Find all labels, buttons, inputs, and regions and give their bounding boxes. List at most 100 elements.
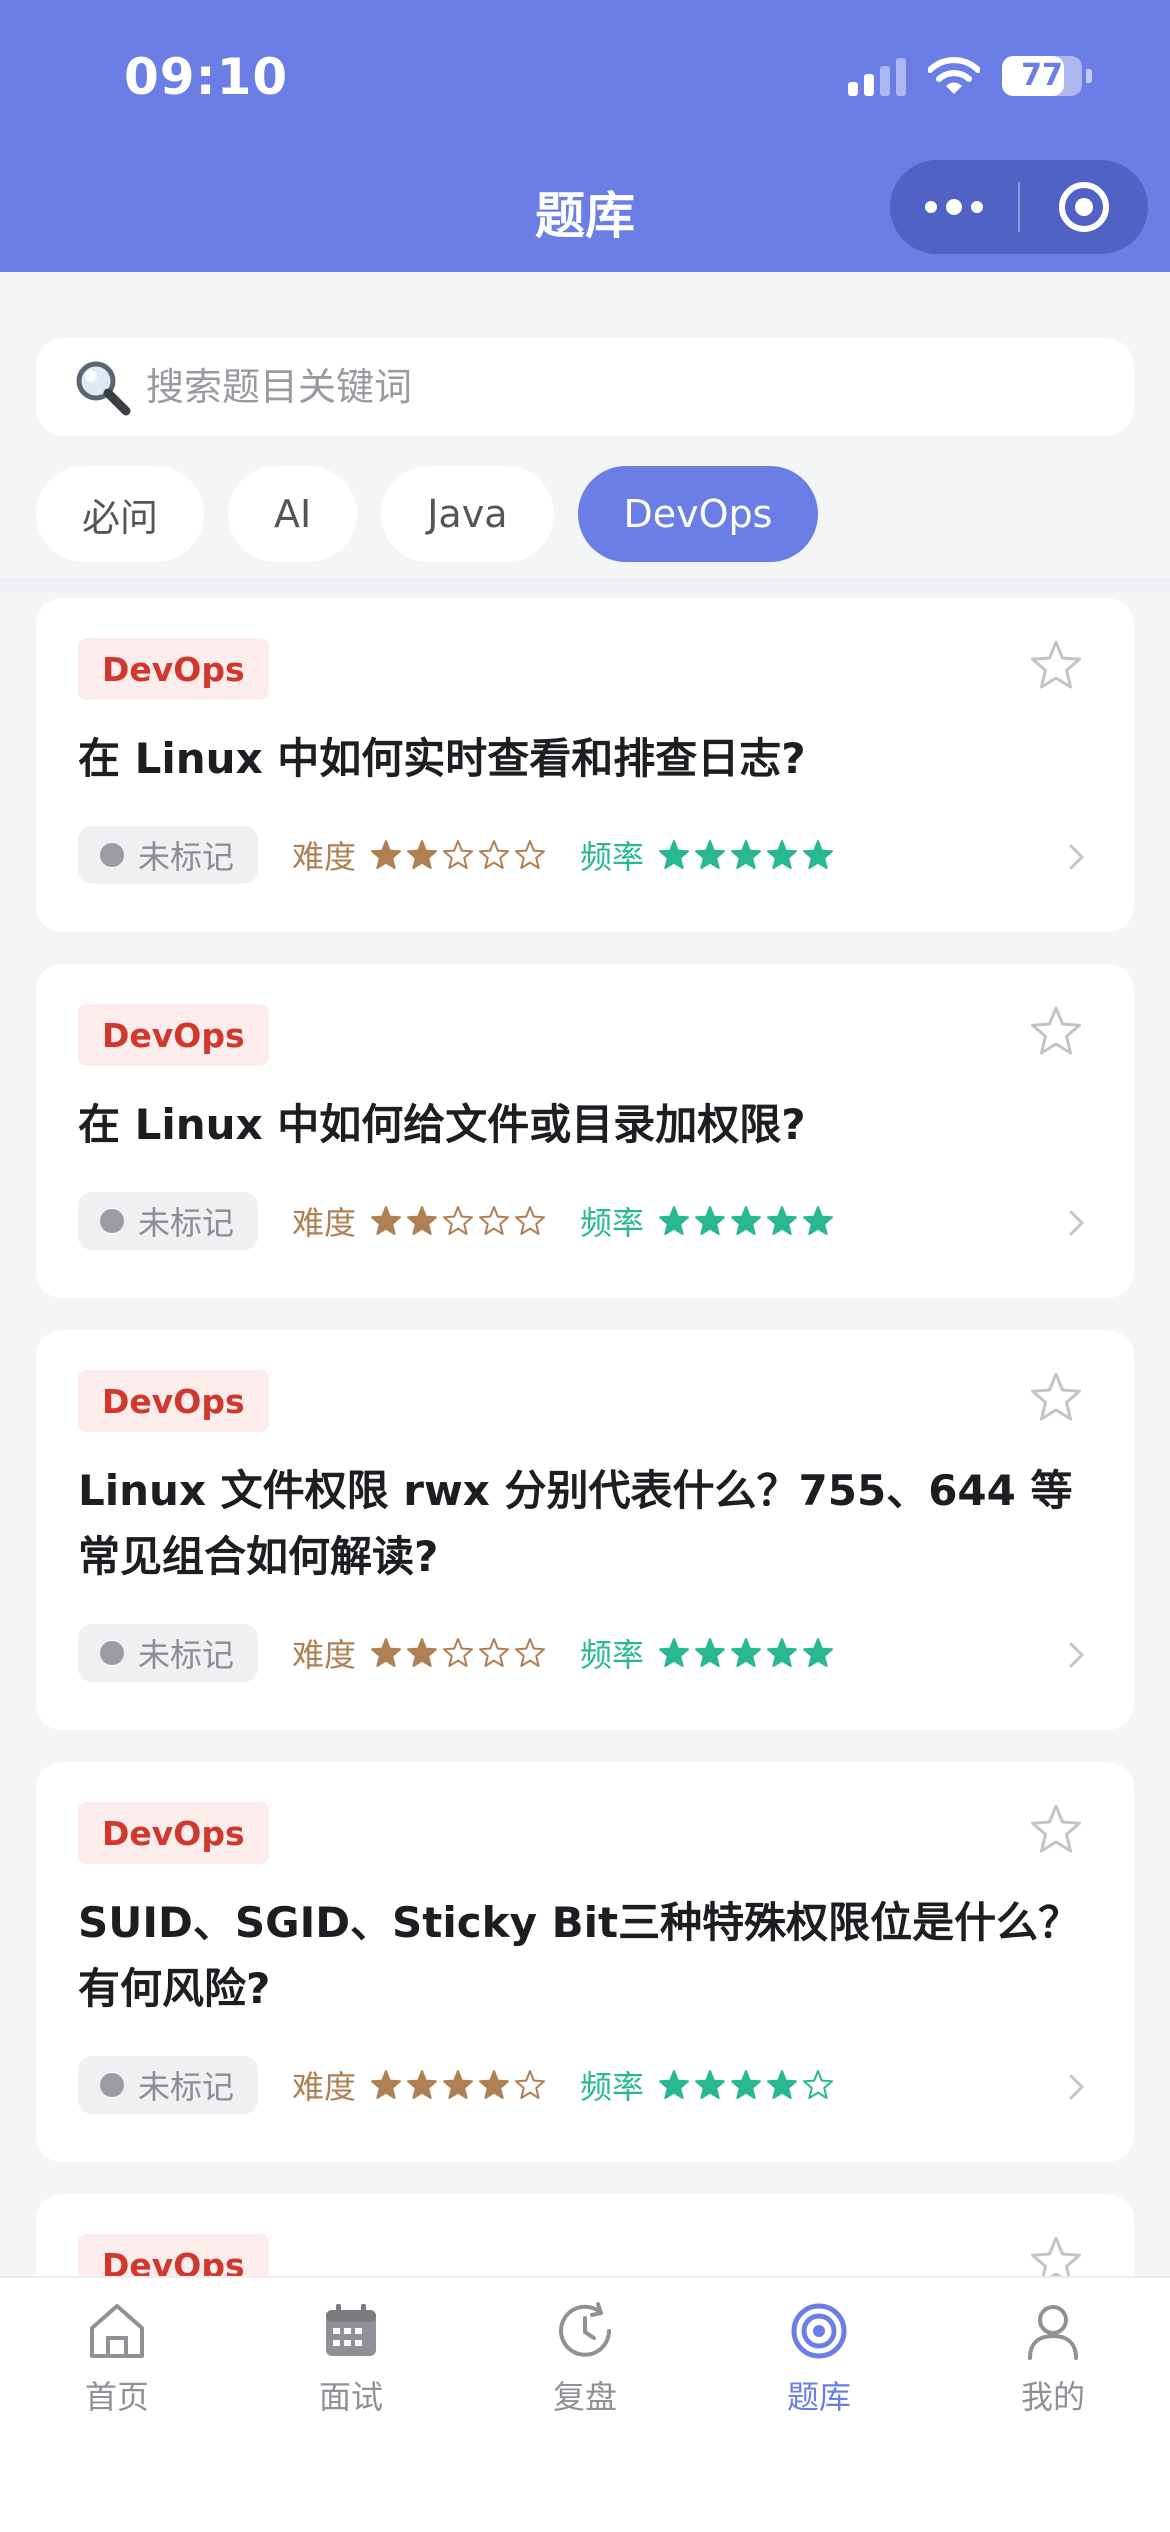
tab-interview[interactable]: 面试	[234, 2298, 468, 2418]
more-button[interactable]	[890, 160, 1018, 254]
star-filled-icon	[803, 1206, 834, 1235]
star-filled-icon	[407, 1206, 438, 1235]
battery-cap	[1086, 69, 1092, 83]
tab-profile[interactable]: 我的	[936, 2298, 1170, 2418]
question-card[interactable]: DevOps 在 Linux 中如何实时查看和排查日志? 未标记 难度 频率	[36, 598, 1134, 932]
star-filled-icon	[407, 2070, 438, 2099]
star-empty-icon	[443, 840, 474, 869]
tab-label: 题库	[786, 2378, 851, 2416]
chevron-right-icon	[1069, 844, 1085, 870]
question-bank-screen: 09:10 77 题库 搜索题目关键词 必问 AI Java DevOps De…	[0, 0, 1170, 2532]
close-mini-program-button[interactable]	[1020, 180, 1148, 234]
chevron-right-icon	[1069, 2074, 1085, 2100]
section-divider	[0, 578, 1170, 592]
question-meta: 未标记 难度 频率	[78, 826, 834, 884]
favorite-star-icon[interactable]	[1028, 638, 1084, 694]
calendar-icon	[326, 2304, 376, 2356]
chevron-right-icon	[1069, 1642, 1085, 1668]
filter-chip-biwen[interactable]: 必问	[36, 466, 205, 562]
difficulty-label: 难度	[292, 1204, 357, 1242]
star-empty-icon	[515, 1638, 546, 1667]
star-filled-icon	[695, 840, 726, 869]
question-card[interactable]: DevOps SUID、SGID、Sticky Bit三种特殊权限位是什么？有何…	[36, 1762, 1134, 2162]
star-filled-icon	[767, 2070, 798, 2099]
question-title: 在 Linux 中如何实时查看和排查日志?	[78, 734, 806, 783]
wifi-icon	[928, 57, 980, 94]
status-badge[interactable]: 未标记	[78, 1192, 259, 1250]
category-tag: DevOps	[78, 1370, 269, 1432]
star-filled-icon	[767, 1206, 798, 1235]
frequency-rating	[658, 1205, 834, 1237]
star-filled-icon	[803, 840, 834, 869]
star-filled-icon	[695, 2070, 726, 2099]
star-filled-icon	[443, 2070, 474, 2099]
favorite-star-icon[interactable]	[1028, 1004, 1084, 1060]
status-badge[interactable]: 未标记	[78, 2056, 259, 2114]
star-filled-icon	[371, 1638, 402, 1667]
star-filled-icon	[407, 1638, 438, 1667]
difficulty-label: 难度	[292, 838, 357, 876]
star-filled-icon	[731, 1206, 762, 1235]
tab-review[interactable]: 复盘	[468, 2298, 702, 2418]
star-filled-icon	[371, 2070, 402, 2099]
star-filled-icon	[695, 1206, 726, 1235]
frequency-label: 频率	[580, 838, 645, 876]
filter-chip-java[interactable]: Java	[381, 466, 554, 562]
chevron-right-icon	[1069, 1210, 1085, 1236]
question-card[interactable]: DevOps 在 Linux 中如何给文件或目录加权限? 未标记 难度 频率	[36, 964, 1134, 1298]
tab-label: 我的	[1020, 2378, 1085, 2416]
more-dot-icon	[925, 201, 937, 213]
frequency-label: 频率	[580, 1636, 645, 1674]
tab-question-bank[interactable]: 题库	[702, 2298, 936, 2418]
frequency-label: 频率	[580, 2068, 645, 2106]
status-label: 未标记	[138, 1636, 235, 1674]
star-empty-icon	[443, 1206, 474, 1235]
star-filled-icon	[659, 1638, 690, 1667]
status-label: 未标记	[138, 2068, 235, 2106]
status-badge[interactable]: 未标记	[78, 1624, 259, 1682]
star-filled-icon	[731, 840, 762, 869]
question-meta: 未标记 难度 频率	[78, 2056, 834, 2114]
more-dot-icon	[971, 201, 983, 213]
tab-label: 面试	[318, 2378, 383, 2416]
star-filled-icon	[479, 2070, 510, 2099]
frequency-rating	[658, 839, 834, 871]
home-icon	[90, 2304, 144, 2358]
favorite-star-icon[interactable]	[1028, 1802, 1084, 1858]
category-tag: DevOps	[78, 1004, 269, 1066]
question-card[interactable]: DevOps Linux 文件权限 rwx 分别代表什么？755、644 等常见…	[36, 1330, 1134, 1730]
frequency-rating	[658, 1637, 834, 1669]
status-dot-icon	[100, 2073, 124, 2097]
tab-home[interactable]: 首页	[0, 2298, 234, 2418]
star-filled-icon	[407, 840, 438, 869]
review-clock-icon	[559, 2302, 611, 2357]
star-empty-icon	[515, 2070, 546, 2099]
top-bar: 09:10 77 题库	[0, 0, 1170, 272]
star-empty-icon	[803, 2070, 834, 2099]
star-empty-icon	[515, 1206, 546, 1235]
status-label: 未标记	[138, 838, 235, 876]
star-filled-icon	[659, 2070, 690, 2099]
search-input[interactable]	[146, 365, 1046, 409]
status-dot-icon	[100, 1641, 124, 1665]
star-filled-icon	[803, 1638, 834, 1667]
star-empty-icon	[479, 1638, 510, 1667]
difficulty-rating	[370, 1205, 546, 1237]
target-close-icon	[1059, 182, 1109, 232]
star-empty-icon	[479, 1206, 510, 1235]
status-badge[interactable]: 未标记	[78, 826, 259, 884]
star-empty-icon	[479, 840, 510, 869]
status-label: 未标记	[138, 1204, 235, 1242]
star-filled-icon	[767, 1638, 798, 1667]
star-filled-icon	[767, 840, 798, 869]
filter-chip-devops[interactable]: DevOps	[577, 466, 819, 562]
search-icon	[76, 361, 131, 416]
tab-label: 首页	[84, 2378, 149, 2416]
question-title: Linux 文件权限 rwx 分别代表什么？755、644 等常见组合如何解读?	[78, 1466, 1073, 1581]
search-bar[interactable]	[36, 338, 1134, 436]
filter-chip-ai[interactable]: AI	[228, 466, 358, 562]
battery-icon: 77	[1002, 56, 1082, 96]
favorite-star-icon[interactable]	[1028, 1370, 1084, 1426]
mini-program-capsule	[890, 160, 1148, 254]
bottom-tab-bar: 首页 面试 复盘 题库 我的	[0, 2276, 1170, 2532]
